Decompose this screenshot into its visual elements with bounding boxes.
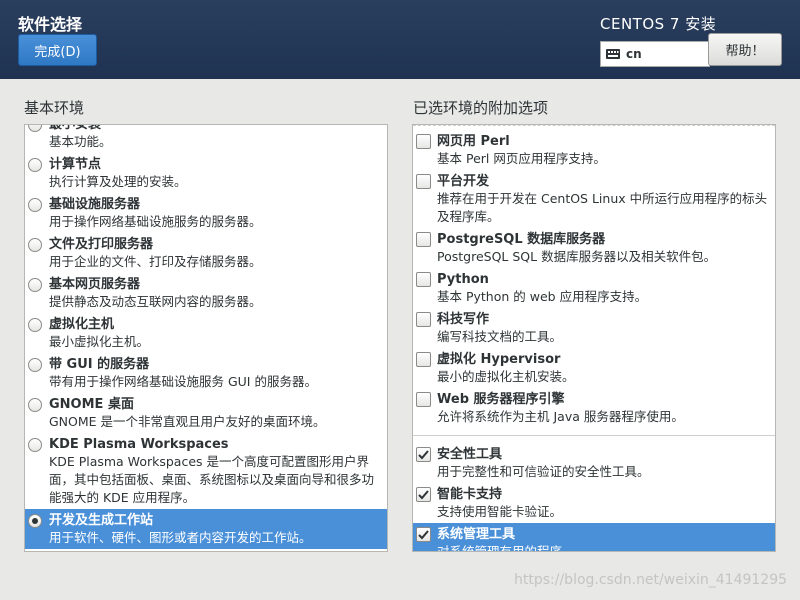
watermark: https://blog.csdn.net/weixin_41491295 [514,572,788,588]
addon-option-desc: 基本 Perl 网页应用程序支持。 [437,151,606,166]
checkbox-checked[interactable] [416,487,431,502]
radio-button[interactable] [28,358,42,372]
radio-button[interactable] [28,158,42,172]
checkbox[interactable] [416,232,431,247]
addons-heading: 已选环境的附加选项 [413,99,549,117]
env-option-compute-node[interactable]: 计算节点 执行计算及处理的安装。 [25,153,387,193]
env-option-server-with-gui[interactable]: 带 GUI 的服务器 带有用于操作网络基础设施服务 GUI 的服务器。 [25,353,387,393]
env-option-dev-workstation[interactable]: 开发及生成工作站 用于软件、硬件、图形或者内容开发的工作站。 [25,509,387,549]
addon-option-desc: 对系统管理有用的程序。 [437,544,575,552]
done-button[interactable]: 完成(D) [18,34,97,66]
env-option-name: 计算节点 [49,157,102,172]
addon-option-sysadmin-tools[interactable]: 系统管理工具 对系统管理有用的程序。 [413,523,775,552]
checkbox[interactable] [416,312,431,327]
addon-option-postgresql[interactable]: PostgreSQL 数据库服务器 PostgreSQL SQL 数据库服务器以… [413,228,775,268]
env-option-name: 文件及打印服务器 [49,237,154,252]
checkmark-icon [418,489,429,499]
env-option-name: 最小安装 [49,124,102,132]
addon-option-name: Python [437,272,489,287]
radio-button[interactable] [28,125,42,132]
checkbox-checked[interactable] [416,447,431,462]
env-option-name: 带 GUI 的服务器 [49,357,150,372]
env-option-gnome-desktop[interactable]: GNOME 桌面 GNOME 是一个非常直观且用户友好的桌面环境。 [25,393,387,433]
base-environment-heading: 基本环境 [24,99,85,117]
addon-option-desc: 支持使用智能卡验证。 [437,504,563,519]
env-option-desc: 最小虚拟化主机。 [49,334,150,349]
checkmark-icon [418,529,429,539]
addon-option-desc: 用于完整性和可信验证的安全性工具。 [437,464,650,479]
radio-button[interactable] [28,438,42,452]
addon-option-desc: 最小的虚拟化主机安装。 [437,369,575,384]
addon-option-desc: 允许将系统作为主机 Java 服务器程序使用。 [437,409,684,424]
env-option-virtualization-host[interactable]: 虚拟化主机 最小虚拟化主机。 [25,313,387,353]
keyboard-layout-indicator[interactable]: cn [600,41,710,67]
env-option-kde-plasma[interactable]: KDE Plasma Workspaces KDE Plasma Workspa… [25,433,387,509]
env-option-name: 虚拟化主机 [49,317,115,332]
env-option-name: KDE Plasma Workspaces [49,437,229,452]
env-option-minimal[interactable]: 最小安装 基本功能。 [25,124,387,153]
checkmark-icon [418,449,429,459]
addon-option-name: 安全性工具 [437,447,503,462]
env-option-desc: 带有用于操作网络基础设施服务 GUI 的服务器。 [49,374,317,389]
addon-option-name: Web 服务器程序引擎 [437,392,565,407]
addon-option-name: 智能卡支持 [437,487,503,502]
radio-button[interactable] [28,278,42,292]
checkbox[interactable] [416,272,431,287]
checkbox[interactable] [416,134,431,149]
env-option-infrastructure-server[interactable]: 基础设施服务器 用于操作网络基础设施服务的服务器。 [25,193,387,233]
addon-option-desc: PostgreSQL SQL 数据库服务器以及相关软件包。 [437,249,717,264]
radio-button[interactable] [28,238,42,252]
addon-option-perl-web[interactable]: 网页用 Perl 基本 Perl 网页应用程序支持。 [413,130,775,170]
addon-option-name: 系统管理工具 [437,527,516,542]
addon-option-desc: 推荐在用于开发在 CentOS Linux 中所运行应用程序的标头及程序库。 [437,191,768,224]
checkbox[interactable] [416,174,431,189]
checkbox[interactable] [416,352,431,367]
addon-option-name: PostgreSQL 数据库服务器 [437,232,606,247]
addon-option-name: 科技写作 [437,312,490,327]
radio-button[interactable] [28,318,42,332]
keyboard-layout-label: cn [626,47,642,61]
addon-option-name: 网页用 Perl [437,134,510,149]
env-option-web-server[interactable]: 基本网页服务器 提供静态及动态互联网内容的服务器。 [25,273,387,313]
env-option-desc: 用于操作网络基础设施服务的服务器。 [49,214,262,229]
addon-option-technical-writing[interactable]: 科技写作 编写科技文档的工具。 [413,308,775,348]
addons-list[interactable]: 网页用 Perl 基本 Perl 网页应用程序支持。 平台开发 推荐在用于开发在… [412,124,776,552]
env-option-desc: GNOME 是一个非常直观且用户友好的桌面环境。 [49,414,326,429]
addon-option-python[interactable]: Python 基本 Python 的 web 应用程序支持。 [413,268,775,308]
base-environment-list[interactable]: 最小安装 基本功能。 计算节点 执行计算及处理的安装。 基础设施服务器 用于操作… [24,124,388,552]
env-option-name: GNOME 桌面 [49,397,134,412]
addon-option-smart-card[interactable]: 智能卡支持 支持使用智能卡验证。 [413,483,775,523]
checkbox[interactable] [416,392,431,407]
radio-button[interactable] [28,398,42,412]
radio-button[interactable] [28,198,42,212]
addon-option-web-servlet-engine[interactable]: Web 服务器程序引擎 允许将系统作为主机 Java 服务器程序使用。 [413,388,775,428]
env-option-file-print-server[interactable]: 文件及打印服务器 用于企业的文件、打印及存储服务器。 [25,233,387,273]
addon-option-hypervisor[interactable]: 虚拟化 Hypervisor 最小的虚拟化主机安装。 [413,348,775,388]
addon-option-desc: 基本 Python 的 web 应用程序支持。 [437,289,648,304]
env-option-name: 基本网页服务器 [49,277,141,292]
radio-button-selected[interactable] [28,514,42,528]
env-option-desc: 提供静态及动态互联网内容的服务器。 [49,294,262,309]
env-option-desc: 用于软件、硬件、图形或者内容开发的工作站。 [49,530,312,545]
addon-option-name: 虚拟化 Hypervisor [437,352,561,367]
list-divider [413,435,775,436]
list-top-border [413,125,775,126]
header-bar: 软件选择 完成(D) CENTOS 7 安装 cn 帮助！ [0,0,800,79]
env-option-desc: KDE Plasma Workspaces 是一个高度可配置图形用户界面，其中包… [49,454,375,505]
env-option-desc: 执行计算及处理的安装。 [49,174,187,189]
env-option-name: 基础设施服务器 [49,197,141,212]
product-title: CENTOS 7 安装 [600,15,717,33]
addon-option-name: 平台开发 [437,174,490,189]
checkbox-checked[interactable] [416,527,431,542]
env-option-name: 开发及生成工作站 [49,513,154,528]
env-option-desc: 基本功能。 [49,134,112,149]
addon-option-platform-dev[interactable]: 平台开发 推荐在用于开发在 CentOS Linux 中所运行应用程序的标头及程… [413,170,775,228]
env-option-desc: 用于企业的文件、打印及存储服务器。 [49,254,262,269]
keyboard-icon [606,49,620,59]
help-button[interactable]: 帮助！ [708,33,782,66]
addon-option-desc: 编写科技文档的工具。 [437,329,563,344]
page-title: 软件选择 [18,15,83,34]
addon-option-security-tools[interactable]: 安全性工具 用于完整性和可信验证的安全性工具。 [413,443,775,483]
